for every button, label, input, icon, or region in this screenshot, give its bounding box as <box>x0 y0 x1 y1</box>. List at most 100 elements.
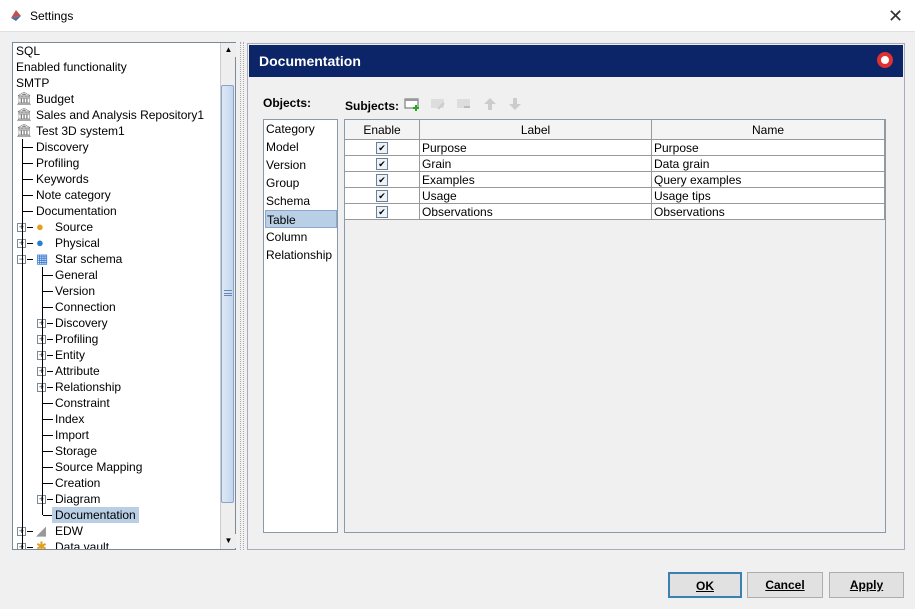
tree-item[interactable]: Source Mapping <box>13 459 218 475</box>
tree-item[interactable]: Discovery <box>13 139 218 155</box>
name-cell[interactable]: Observations <box>652 204 885 220</box>
tree-item[interactable]: + ✱ Data vault <box>13 539 218 550</box>
tree-item-label: Note category <box>36 188 111 202</box>
tree-line <box>22 395 23 411</box>
panel-title: Documentation <box>249 45 903 77</box>
tree-item[interactable]: Documentation <box>13 203 218 219</box>
help-lifebuoy-icon[interactable] <box>877 52 893 68</box>
tree-item[interactable]: Constraint <box>13 395 218 411</box>
source-icon: ● <box>36 219 44 234</box>
tree-item[interactable]: + Diagram <box>13 491 218 507</box>
object-item[interactable]: Schema <box>265 192 337 210</box>
tree-item[interactable]: Keywords <box>13 171 218 187</box>
tree-item[interactable]: + Attribute <box>13 363 218 379</box>
object-item[interactable]: Table <box>265 210 337 228</box>
tree-item[interactable]: Documentation <box>13 507 218 523</box>
move-down-icon[interactable] <box>507 97 523 111</box>
tree-line <box>42 315 43 331</box>
move-up-icon[interactable] <box>482 97 498 111</box>
objects-list[interactable]: Category Model Version Group Schema Table Colu… <box>263 119 338 533</box>
tree-line <box>23 211 33 212</box>
tree-item[interactable]: Version <box>13 283 218 299</box>
tree-line <box>42 427 43 443</box>
name-cell[interactable]: Data grain <box>652 156 885 172</box>
tree-item[interactable]: + Entity <box>13 347 218 363</box>
tree-item[interactable]: 🏛 Test 3D system1 <box>13 123 218 139</box>
tree-line <box>22 299 23 315</box>
tree-item-label: Documentation <box>52 507 139 523</box>
tree-item-label: General <box>55 268 98 282</box>
name-cell[interactable]: Query examples <box>652 172 885 188</box>
column-header[interactable]: Label <box>420 120 652 140</box>
object-item[interactable]: Model <box>265 138 337 156</box>
tree-item[interactable]: Creation <box>13 475 218 491</box>
label-cell[interactable]: Grain <box>420 156 652 172</box>
tree-item[interactable]: Storage <box>13 443 218 459</box>
tree-item[interactable]: + ● Physical <box>13 235 218 251</box>
enable-checkbox[interactable]: ✔ <box>376 174 388 186</box>
tree-item[interactable]: + Relationship <box>13 379 218 395</box>
subjects-table[interactable]: Enable Label Name ✔ Purpose Purpose ✔ Grain Data… <box>344 119 886 533</box>
ok-button[interactable]: OK <box>668 572 742 598</box>
enable-cell[interactable]: ✔ <box>345 172 420 188</box>
enable-cell[interactable]: ✔ <box>345 188 420 204</box>
enable-cell[interactable]: ✔ <box>345 156 420 172</box>
tree-item[interactable]: + ◢ EDW <box>13 523 218 539</box>
cancel-button[interactable]: Cancel <box>747 572 823 598</box>
tree-item[interactable]: 🏛 Budget <box>13 91 218 107</box>
column-header[interactable]: Name <box>652 120 885 140</box>
remove-subject-icon[interactable] <box>456 97 472 111</box>
enable-checkbox[interactable]: ✔ <box>376 158 388 170</box>
settings-tree[interactable]: SQL Enabled functionality SMTP 🏛 Budget 🏛 Sale… <box>12 42 236 550</box>
scroll-up-button[interactable]: ▲ <box>221 43 236 57</box>
object-item[interactable]: Group <box>265 174 337 192</box>
tree-line <box>22 283 23 299</box>
label-cell[interactable]: Usage <box>420 188 652 204</box>
scroll-down-button[interactable]: ▼ <box>221 534 236 548</box>
tree-item[interactable]: Profiling <box>13 155 218 171</box>
tree-line <box>22 203 23 219</box>
label-cell[interactable]: Examples <box>420 172 652 188</box>
tree-item[interactable]: Connection <box>13 299 218 315</box>
tree-item[interactable]: General <box>13 267 218 283</box>
tree-item[interactable]: 🏛 Sales and Analysis Repository1 <box>13 107 218 123</box>
tree-item-label: Entity <box>55 348 86 362</box>
add-subject-icon[interactable] <box>404 97 420 111</box>
enable-checkbox[interactable]: ✔ <box>376 206 388 218</box>
tree-line <box>22 347 23 363</box>
bank-icon: 🏛 <box>16 91 33 106</box>
label-cell[interactable]: Observations <box>420 204 652 220</box>
tree-item[interactable]: SQL <box>13 43 218 59</box>
tree-item[interactable]: Note category <box>13 187 218 203</box>
tree-item-label: Storage <box>55 444 98 458</box>
enable-checkbox[interactable]: ✔ <box>376 142 388 154</box>
name-cell[interactable]: Purpose <box>652 140 885 156</box>
tree-line <box>22 475 23 491</box>
tree-item-label: Data vault <box>55 540 110 550</box>
tree-item[interactable]: + Discovery <box>13 315 218 331</box>
object-item[interactable]: Version <box>265 156 337 174</box>
close-icon[interactable]: ✕ <box>888 6 903 27</box>
tree-line <box>23 147 33 148</box>
splitter-handle[interactable] <box>240 42 244 550</box>
enable-cell[interactable]: ✔ <box>345 140 420 156</box>
tree-item[interactable]: + Profiling <box>13 331 218 347</box>
apply-button[interactable]: Apply <box>829 572 904 598</box>
name-cell[interactable]: Usage tips <box>652 188 885 204</box>
object-item[interactable]: Relationship <box>265 246 337 264</box>
tree-item[interactable]: + ● Source <box>13 219 218 235</box>
tree-item[interactable]: − ▦ Star schema <box>13 251 218 267</box>
enable-checkbox[interactable]: ✔ <box>376 190 388 202</box>
tree-item[interactable]: Index <box>13 411 218 427</box>
column-header[interactable]: Enable <box>345 120 420 140</box>
tree-item[interactable]: Enabled functionality <box>13 59 218 75</box>
tree-item[interactable]: SMTP <box>13 75 218 91</box>
tree-item-label: Sales and Analysis Repository1 <box>36 108 205 122</box>
label-cell[interactable]: Purpose <box>420 140 652 156</box>
enable-cell[interactable]: ✔ <box>345 204 420 220</box>
object-item[interactable]: Column <box>265 228 337 246</box>
edit-subject-icon[interactable] <box>430 97 446 111</box>
tree-item-label: Star schema <box>55 252 123 266</box>
tree-item[interactable]: Import <box>13 427 218 443</box>
object-item[interactable]: Category <box>265 120 337 138</box>
